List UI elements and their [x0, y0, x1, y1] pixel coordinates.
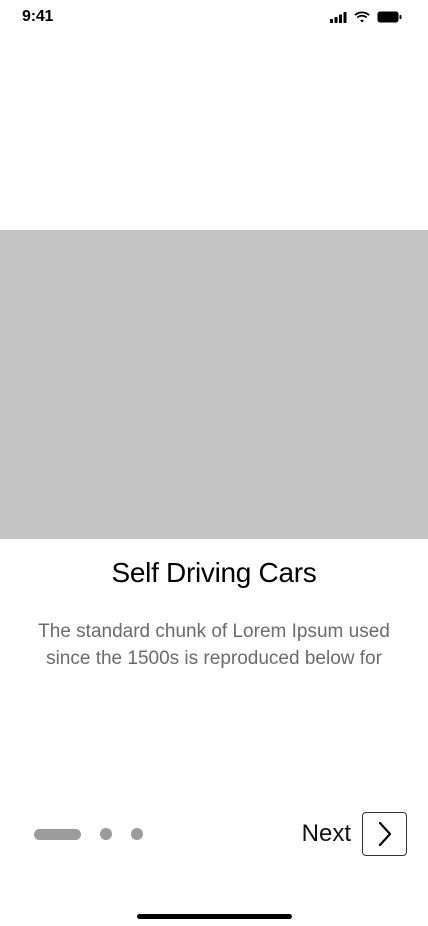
next-label[interactable]: Next: [302, 820, 351, 848]
status-icons: [330, 10, 402, 24]
status-bar: 9:41: [0, 0, 428, 34]
onboarding-description: The standard chunk of Lorem Ipsum used s…: [38, 621, 390, 669]
page-indicator-dot[interactable]: [100, 828, 112, 840]
page-indicator-dot-active[interactable]: [34, 828, 81, 840]
cellular-signal-icon: [330, 11, 347, 23]
next-button[interactable]: Next: [302, 811, 407, 857]
battery-icon: [377, 11, 402, 23]
onboarding-title: Self Driving Cars: [111, 557, 317, 588]
status-time: 9:41: [22, 8, 54, 25]
hero-image-placeholder: [0, 230, 428, 539]
page-indicator: [34, 828, 143, 840]
next-arrow-button[interactable]: [362, 812, 407, 856]
wifi-icon: [354, 11, 370, 23]
home-indicator[interactable]: [137, 914, 292, 919]
chevron-right-icon: [378, 821, 391, 847]
page-indicator-dot[interactable]: [131, 828, 143, 840]
